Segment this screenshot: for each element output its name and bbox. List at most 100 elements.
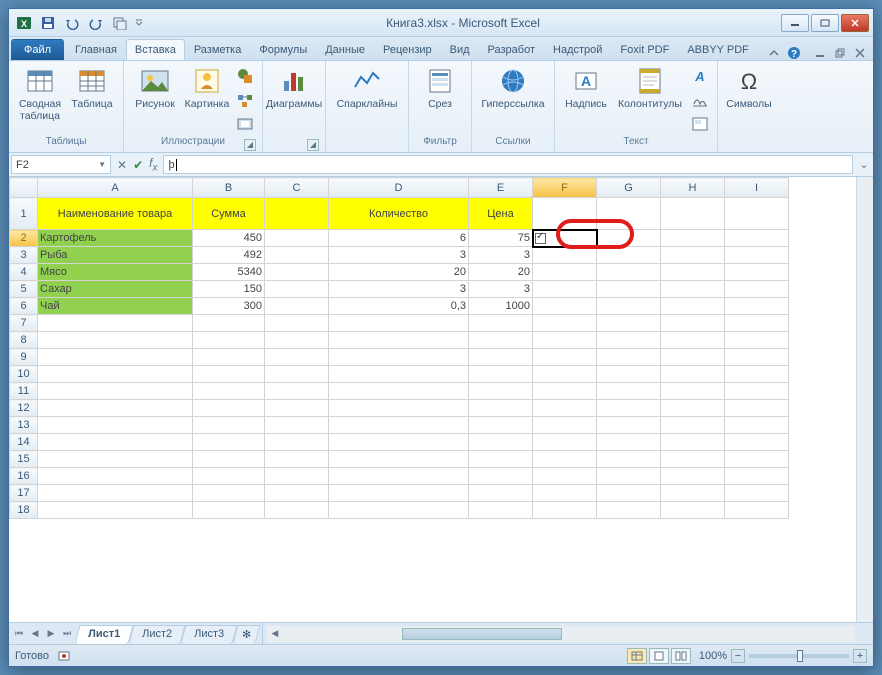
sheet-nav-last-icon[interactable]: ⏭ bbox=[59, 626, 75, 642]
cell[interactable] bbox=[329, 400, 469, 417]
cell[interactable]: Сумма bbox=[193, 198, 265, 230]
cell[interactable] bbox=[597, 417, 661, 434]
help-icon[interactable]: ? bbox=[787, 46, 801, 60]
cancel-formula-icon[interactable]: ✕ bbox=[117, 158, 127, 172]
cell[interactable] bbox=[265, 315, 329, 332]
cell[interactable] bbox=[661, 315, 725, 332]
row-header[interactable]: 7 bbox=[10, 315, 38, 332]
sheet-nav-first-icon[interactable]: ⏮ bbox=[11, 626, 27, 642]
cell[interactable] bbox=[661, 298, 725, 315]
row-header[interactable]: 15 bbox=[10, 451, 38, 468]
cell[interactable] bbox=[725, 281, 789, 298]
smartart-icon[interactable] bbox=[234, 89, 256, 111]
cell[interactable] bbox=[38, 332, 193, 349]
cell[interactable] bbox=[329, 451, 469, 468]
cell[interactable]: Мясо bbox=[38, 264, 193, 281]
row-header[interactable]: 1 bbox=[10, 198, 38, 230]
row-header[interactable]: 6 bbox=[10, 298, 38, 315]
cell[interactable] bbox=[533, 298, 597, 315]
cell[interactable] bbox=[265, 247, 329, 264]
shapes-icon[interactable] bbox=[234, 65, 256, 87]
cell[interactable] bbox=[193, 349, 265, 366]
cell[interactable] bbox=[193, 468, 265, 485]
symbols-button[interactable]: Ω Символы bbox=[724, 63, 774, 113]
zoom-out-icon[interactable]: − bbox=[731, 649, 745, 663]
headerfooter-button[interactable]: Колонтитулы bbox=[613, 63, 687, 113]
cell[interactable] bbox=[329, 315, 469, 332]
col-header[interactable]: I bbox=[725, 178, 789, 198]
clipart-button[interactable]: Картинка bbox=[182, 63, 232, 113]
excel-icon[interactable]: X bbox=[13, 12, 35, 34]
screenshot-icon[interactable] bbox=[234, 113, 256, 135]
cell[interactable] bbox=[469, 349, 533, 366]
sheet-grid[interactable]: A B C D E F G H I 1Наименование товараСу… bbox=[9, 177, 873, 622]
row-header[interactable]: 18 bbox=[10, 502, 38, 519]
cell[interactable] bbox=[265, 281, 329, 298]
cell[interactable] bbox=[597, 315, 661, 332]
cell[interactable] bbox=[38, 383, 193, 400]
cell[interactable] bbox=[661, 417, 725, 434]
cell[interactable] bbox=[661, 247, 725, 264]
tab-review[interactable]: Рецензир bbox=[374, 39, 441, 60]
cell[interactable] bbox=[193, 485, 265, 502]
col-header[interactable]: E bbox=[469, 178, 533, 198]
cell[interactable]: 5340 bbox=[193, 264, 265, 281]
row-header[interactable]: 14 bbox=[10, 434, 38, 451]
hyperlink-button[interactable]: Гиперссылка bbox=[478, 63, 548, 113]
cell[interactable] bbox=[533, 264, 597, 281]
wordart-icon[interactable]: A bbox=[689, 65, 711, 87]
cell[interactable] bbox=[725, 230, 789, 247]
cell[interactable] bbox=[725, 502, 789, 519]
macro-record-icon[interactable] bbox=[57, 649, 71, 663]
cell[interactable] bbox=[38, 349, 193, 366]
cell[interactable] bbox=[661, 400, 725, 417]
slicer-button[interactable]: Срез bbox=[415, 63, 465, 113]
tab-formulas[interactable]: Формулы bbox=[250, 39, 316, 60]
cell[interactable] bbox=[533, 366, 597, 383]
cell[interactable] bbox=[265, 298, 329, 315]
cell[interactable] bbox=[661, 349, 725, 366]
object-icon[interactable] bbox=[689, 113, 711, 135]
row-header[interactable]: 13 bbox=[10, 417, 38, 434]
cell[interactable] bbox=[725, 468, 789, 485]
save-icon[interactable] bbox=[37, 12, 59, 34]
qat-more-icon[interactable] bbox=[109, 12, 131, 34]
zoom-slider[interactable] bbox=[749, 654, 849, 658]
cell[interactable]: 450 bbox=[193, 230, 265, 247]
cell[interactable]: 3 bbox=[469, 247, 533, 264]
tab-insert[interactable]: Вставка bbox=[126, 39, 185, 60]
row-header[interactable]: 10 bbox=[10, 366, 38, 383]
cell[interactable] bbox=[193, 417, 265, 434]
zoom-in-icon[interactable]: + bbox=[853, 649, 867, 663]
cell[interactable]: 75 bbox=[469, 230, 533, 247]
cell[interactable] bbox=[725, 417, 789, 434]
tab-home[interactable]: Главная bbox=[66, 39, 126, 60]
cell[interactable] bbox=[329, 502, 469, 519]
cell[interactable]: 3 bbox=[469, 281, 533, 298]
cell[interactable] bbox=[661, 502, 725, 519]
cell[interactable] bbox=[661, 332, 725, 349]
tab-view[interactable]: Вид bbox=[441, 39, 479, 60]
maximize-button[interactable] bbox=[811, 14, 839, 32]
cell[interactable]: 3 bbox=[329, 247, 469, 264]
cell[interactable] bbox=[469, 468, 533, 485]
cell[interactable]: 6 bbox=[329, 230, 469, 247]
cell[interactable] bbox=[193, 451, 265, 468]
sheet-tab[interactable]: Лист1 bbox=[74, 625, 133, 644]
row-header[interactable]: 17 bbox=[10, 485, 38, 502]
cell[interactable] bbox=[661, 383, 725, 400]
cell[interactable]: Чай bbox=[38, 298, 193, 315]
cell[interactable] bbox=[597, 502, 661, 519]
row-header[interactable]: 5 bbox=[10, 281, 38, 298]
cell[interactable] bbox=[193, 332, 265, 349]
cell[interactable] bbox=[193, 502, 265, 519]
dialog-launcher-icon[interactable]: ◢ bbox=[307, 139, 319, 151]
col-header[interactable]: F bbox=[533, 178, 597, 198]
col-header[interactable]: B bbox=[193, 178, 265, 198]
cell[interactable] bbox=[265, 451, 329, 468]
col-header[interactable]: D bbox=[329, 178, 469, 198]
tab-abbyy[interactable]: ABBYY PDF bbox=[678, 39, 758, 60]
col-header[interactable]: C bbox=[265, 178, 329, 198]
checkbox-control[interactable] bbox=[535, 233, 546, 244]
cell[interactable] bbox=[597, 198, 661, 230]
